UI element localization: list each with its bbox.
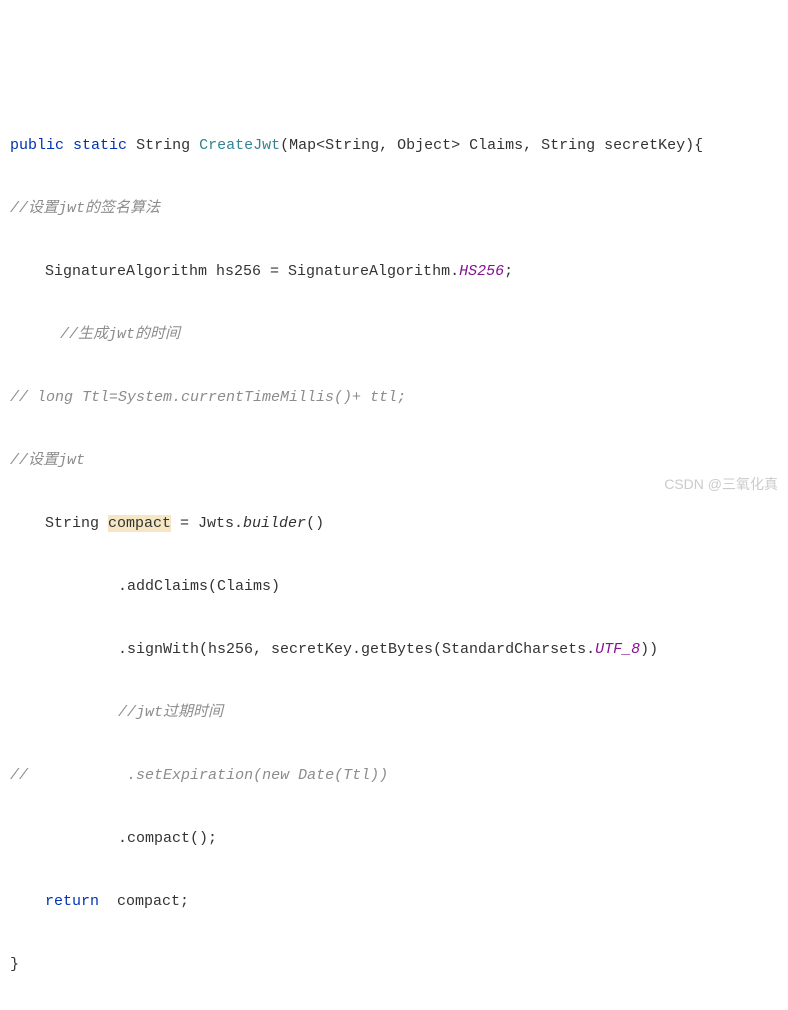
- utf8-constant: UTF_8: [595, 641, 640, 658]
- method-name: CreateJwt: [199, 137, 280, 154]
- comment-line-2: //生成jwt的时间: [0, 319, 788, 351]
- comment-line-1: //设置jwt的签名算法: [0, 193, 788, 225]
- semicolon: ;: [504, 263, 513, 280]
- signwith-left: .signWith(hs256, secretKey.getBytes(Stan…: [118, 641, 595, 658]
- code-line-signature: public static String CreateJwt(Map<Strin…: [0, 130, 788, 162]
- decl-left: String: [45, 515, 108, 532]
- comment-line-ttl: // long Ttl=System.currentTimeMillis()+ …: [0, 382, 788, 414]
- keyword-return: return: [45, 893, 99, 910]
- type-string: String: [136, 137, 190, 154]
- code-line-compactcall: .compact();: [0, 823, 788, 855]
- compact-highlight: compact: [108, 515, 171, 532]
- hs256-constant: HS256: [459, 263, 504, 280]
- keyword-static: static: [73, 137, 127, 154]
- close-brace: }: [0, 949, 788, 981]
- watermark: CSDN @三氧化真: [664, 470, 778, 499]
- builder-call: builder: [243, 515, 306, 532]
- eq-jwts: = Jwts.: [171, 515, 243, 532]
- code-line-setexp: // .setExpiration(new Date(Ttl)): [0, 760, 788, 792]
- keyword-public: public: [10, 137, 64, 154]
- code-line-return: return compact;: [0, 886, 788, 918]
- signature-rest: (Map<String, Object> Claims, String secr…: [280, 137, 703, 154]
- code-line-compact-decl: String compact = Jwts.builder(): [0, 508, 788, 540]
- close-paren2: )): [640, 641, 658, 658]
- setexpiration: .setExpiration(new Date(Ttl)): [127, 767, 388, 784]
- slashes: //: [10, 767, 28, 784]
- paren: (): [306, 515, 324, 532]
- return-rest: compact;: [99, 893, 189, 910]
- comment-expire: //jwt过期时间: [0, 697, 788, 729]
- code-line-sigalg: SignatureAlgorithm hs256 = SignatureAlgo…: [0, 256, 788, 288]
- code-line-signwith: .signWith(hs256, secretKey.getBytes(Stan…: [0, 634, 788, 666]
- sigalg-left: SignatureAlgorithm hs256 = SignatureAlgo…: [45, 263, 459, 280]
- code-line-addclaims: .addClaims(Claims): [0, 571, 788, 603]
